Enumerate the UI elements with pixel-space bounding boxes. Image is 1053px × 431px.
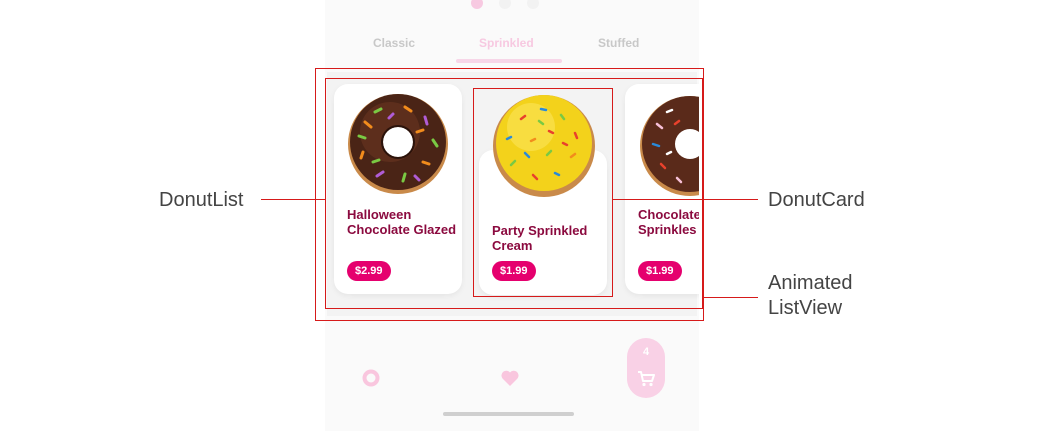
animated-listview-label: Animated ListView bbox=[768, 272, 853, 319]
donut-card-leader bbox=[613, 199, 758, 200]
heart-icon[interactable] bbox=[500, 369, 520, 387]
donut-card-label: DonutCard bbox=[768, 189, 865, 211]
page-indicator bbox=[471, 0, 539, 9]
page-dot-active bbox=[471, 0, 483, 9]
donut-icon[interactable] bbox=[362, 369, 380, 387]
page-dot bbox=[527, 0, 539, 9]
tab-classic[interactable]: Classic bbox=[373, 36, 415, 50]
donut-list-label: DonutList bbox=[159, 189, 244, 211]
donut-card-outline bbox=[473, 88, 613, 297]
tab-indicator bbox=[456, 59, 562, 63]
cart-icon bbox=[638, 371, 655, 387]
tab-stuffed[interactable]: Stuffed bbox=[598, 36, 639, 50]
cart-button[interactable]: 4 bbox=[627, 338, 665, 398]
animated-listview-leader bbox=[704, 297, 758, 298]
donut-list-leader bbox=[261, 199, 325, 200]
home-indicator bbox=[443, 412, 574, 416]
tab-sprinkled[interactable]: Sprinkled bbox=[479, 36, 534, 50]
page-dot bbox=[499, 0, 511, 9]
cart-count: 4 bbox=[642, 346, 650, 358]
